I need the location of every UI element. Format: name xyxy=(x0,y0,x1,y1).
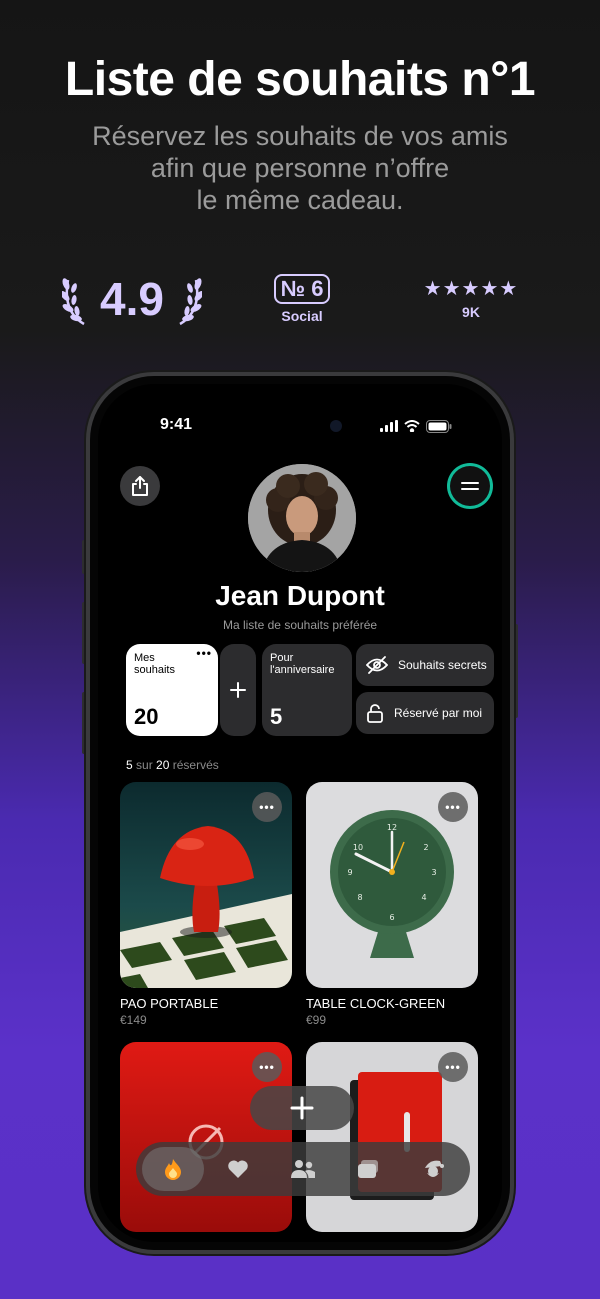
friends-icon xyxy=(290,1160,315,1178)
tab-feed[interactable] xyxy=(141,1147,204,1191)
rating-value: 4.9 xyxy=(100,273,164,325)
status-time: 9:41 xyxy=(160,416,193,433)
reserved-by-me-button[interactable]: Réservé par moi xyxy=(356,692,494,734)
svg-text:9: 9 xyxy=(347,868,352,877)
cards-icon xyxy=(358,1160,379,1178)
reserved-sep: sur xyxy=(136,758,153,772)
svg-text:12: 12 xyxy=(387,823,397,832)
awards-row: 4.9 № 6 Social ★★★★★ 9K xyxy=(0,268,600,338)
promo-subtitle-line: Réservez les souhaits de vos amis xyxy=(92,121,508,151)
eye-slash-icon xyxy=(366,656,388,674)
promo-subtitle: Réservez les souhaits de vos amis afin q… xyxy=(0,120,600,216)
tab-profile[interactable] xyxy=(402,1147,464,1191)
list-title: Mes souhaits xyxy=(134,652,175,676)
svg-text:8: 8 xyxy=(357,893,362,902)
item-price: €99 xyxy=(306,1013,327,1027)
hamburger-icon xyxy=(461,482,479,490)
rank-award: № 6 Social xyxy=(274,274,330,324)
svg-text:6: 6 xyxy=(389,913,394,922)
reserved-summary: 5 sur 20 réservés xyxy=(126,758,219,772)
wish-item[interactable]: ••• xyxy=(306,1042,478,1232)
phone-power-button xyxy=(514,624,518,718)
wish-item[interactable]: ••• PAO PORTABLE €149 xyxy=(120,782,292,1027)
share-icon xyxy=(132,476,148,496)
profile-tagline: Ma liste de souhaits préférée xyxy=(222,618,378,632)
svg-text:4: 4 xyxy=(421,893,426,902)
add-wish-button[interactable] xyxy=(250,1086,354,1130)
reserved-suffix: réservés xyxy=(172,758,219,772)
santa-icon xyxy=(425,1160,445,1177)
flame-icon xyxy=(164,1159,181,1180)
list-count: 5 xyxy=(270,704,283,729)
battery-icon xyxy=(426,419,452,433)
item-more-button[interactable]: ••• xyxy=(252,792,282,822)
secret-wishes-label: Souhaits secrets xyxy=(398,658,487,672)
reserved-total: 20 xyxy=(156,758,170,772)
menu-button[interactable] xyxy=(450,466,490,506)
item-name: TABLE CLOCK-GREEN xyxy=(306,996,446,1011)
item-name: PAO PORTABLE xyxy=(120,996,219,1011)
lock-icon xyxy=(367,704,383,723)
svg-text:2: 2 xyxy=(423,843,428,852)
list-card-my-wishes[interactable]: Mes souhaits ••• 20 xyxy=(126,644,218,736)
svg-text:3: 3 xyxy=(431,868,436,877)
share-button[interactable] xyxy=(120,466,160,506)
item-more-button[interactable]: ••• xyxy=(252,1052,282,1082)
secret-wishes-button[interactable]: Souhaits secrets xyxy=(356,644,494,686)
rank-label: Social xyxy=(281,308,323,324)
stars-award: ★★★★★ 9K xyxy=(420,278,522,320)
list-more-button[interactable]: ••• xyxy=(196,646,212,660)
wifi-icon xyxy=(404,420,420,432)
promo-subtitle-line: afin que personne n’offre xyxy=(150,153,450,183)
rating-award: 4.9 xyxy=(62,268,202,328)
promo-subtitle-line: le même cadeau. xyxy=(196,185,404,215)
wish-item[interactable]: ••• xyxy=(120,1042,292,1232)
tab-collections[interactable] xyxy=(337,1147,399,1191)
item-price: €149 xyxy=(120,1013,147,1027)
list-card-birthday[interactable]: Pour l'anniversaire 5 xyxy=(262,644,352,736)
tab-bar xyxy=(136,1142,470,1196)
list-title: Pour l'anniversaire xyxy=(270,652,335,676)
list-count: 20 xyxy=(134,704,159,729)
reserved-count: 5 xyxy=(126,758,133,772)
star-rating-icon: ★★★★★ xyxy=(423,278,519,300)
dynamic-island xyxy=(240,408,358,444)
tab-friends[interactable] xyxy=(272,1147,334,1191)
laurel-right-icon xyxy=(179,278,202,326)
wish-image[interactable]: ••• xyxy=(306,1042,478,1232)
app-screen: 9:41 Jean Dupont Ma liste de souhaits pr… xyxy=(98,384,502,1242)
phone-frame: 9:41 Jean Dupont Ma liste de souhaits pr… xyxy=(86,372,514,1254)
plus-icon xyxy=(230,682,246,698)
plus-icon xyxy=(290,1096,314,1120)
heart-icon xyxy=(228,1160,248,1178)
profile-name: Jean Dupont xyxy=(215,580,385,611)
tab-favorites[interactable] xyxy=(207,1147,269,1191)
reserved-by-me-label: Réservé par moi xyxy=(394,706,483,720)
wish-item[interactable]: 12 3 6 9 10 2 4 8 ••• TABLE CLOCK-GREEN €99 xyxy=(306,782,478,1027)
wish-image[interactable]: ••• xyxy=(120,782,292,988)
add-list-button[interactable] xyxy=(220,644,256,736)
avatar[interactable] xyxy=(248,464,356,572)
wish-image[interactable]: 12 3 6 9 10 2 4 8 ••• xyxy=(306,782,478,988)
promo-title: Liste de souhaits n°1 xyxy=(64,53,536,106)
reviews-count: 9K xyxy=(462,304,480,320)
signal-icon xyxy=(380,420,398,432)
item-more-button[interactable]: ••• xyxy=(438,1052,468,1082)
rank-badge: № 6 xyxy=(274,274,330,304)
laurel-left-icon xyxy=(62,278,85,326)
svg-text:10: 10 xyxy=(353,843,363,852)
item-more-button[interactable]: ••• xyxy=(438,792,468,822)
wish-image[interactable]: ••• xyxy=(120,1042,292,1232)
